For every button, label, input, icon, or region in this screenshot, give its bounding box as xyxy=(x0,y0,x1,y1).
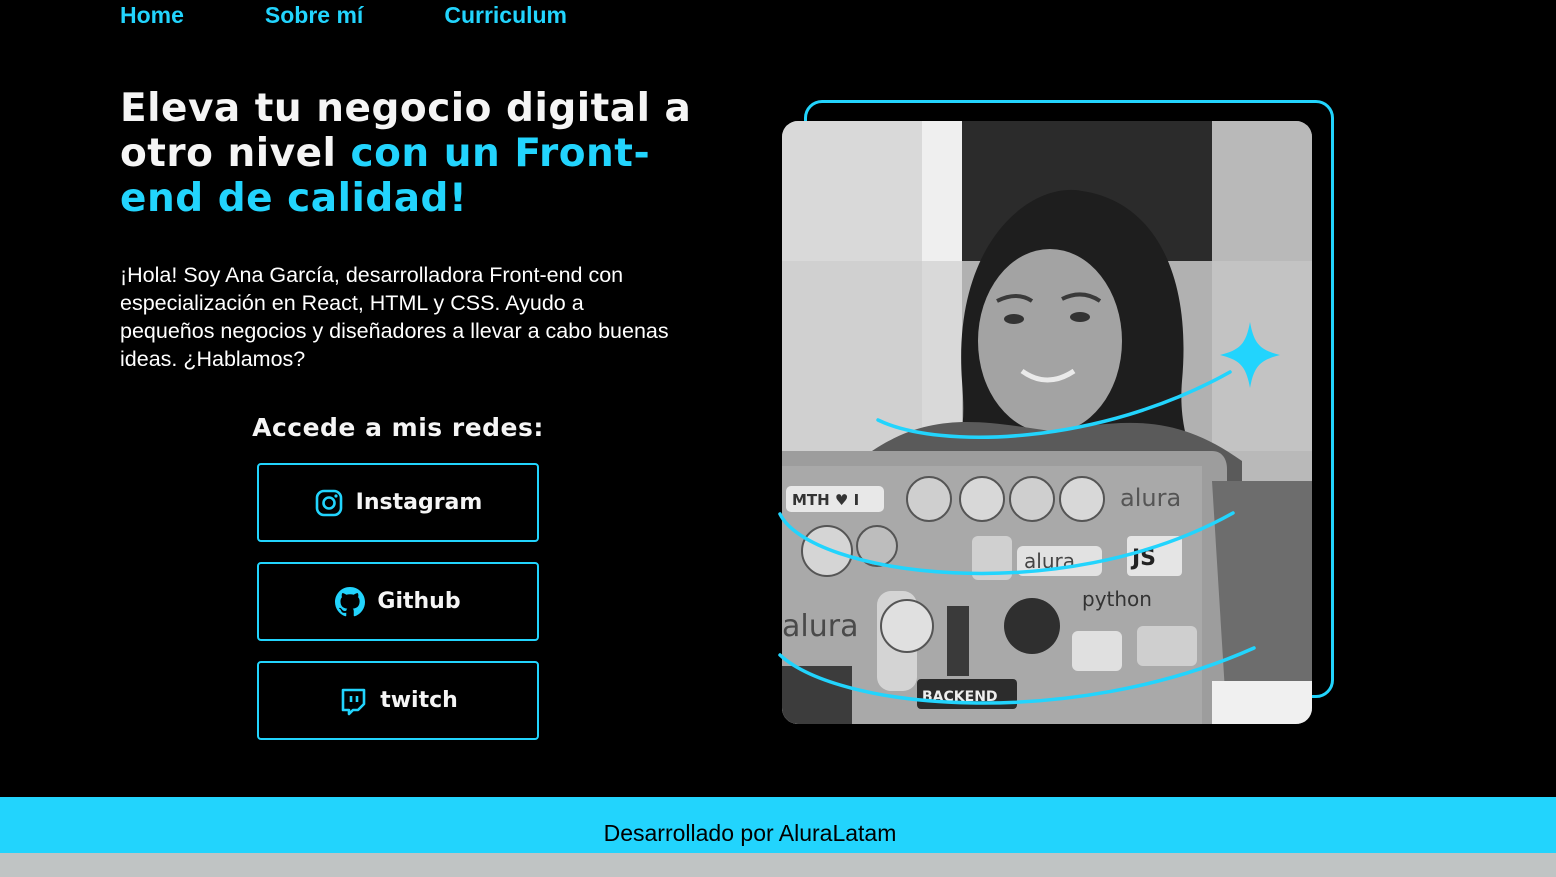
footer-text: Desarrollado por AluraLatam xyxy=(603,819,897,846)
sticker-python: python xyxy=(1082,587,1152,611)
twitch-button[interactable]: twitch xyxy=(257,661,539,740)
twitch-icon xyxy=(338,686,368,716)
sticker-mth: MTH ♥ I xyxy=(792,491,859,509)
bottom-strip xyxy=(0,853,1556,877)
social-heading: Accede a mis redes: xyxy=(252,413,544,442)
top-nav: Home Sobre mí Curriculum xyxy=(120,0,648,30)
github-icon xyxy=(335,586,366,617)
profile-photo: MTH ♥ I alura JS alura python alura BACK… xyxy=(782,121,1312,724)
nav-link-home[interactable]: Home xyxy=(120,0,184,30)
github-button[interactable]: Github xyxy=(257,562,539,641)
nav-link-sobre-mi[interactable]: Sobre mí xyxy=(265,0,363,30)
footer: Desarrollado por AluraLatam xyxy=(0,797,1556,853)
instagram-button[interactable]: Instagram xyxy=(257,463,539,542)
sticker-alura-2: alura xyxy=(1024,549,1075,573)
sticker-backend: BACKEND xyxy=(922,689,998,705)
page: Home Sobre mí Curriculum Eleva tu negoci… xyxy=(0,0,1556,877)
twitch-label: twitch xyxy=(380,688,458,713)
hero-title: Eleva tu negocio digital a otro nivel co… xyxy=(120,86,700,221)
hero-description: ¡Hola! Soy Ana García, desarrolladora Fr… xyxy=(120,263,669,371)
instagram-icon xyxy=(314,488,344,518)
github-label: Github xyxy=(377,589,461,614)
nav-link-curriculum[interactable]: Curriculum xyxy=(444,0,567,30)
sticker-alura-1: alura xyxy=(1120,484,1181,512)
instagram-label: Instagram xyxy=(355,490,483,515)
sticker-alura-3: alura xyxy=(782,609,858,644)
sticker-js: JS xyxy=(1130,546,1156,571)
